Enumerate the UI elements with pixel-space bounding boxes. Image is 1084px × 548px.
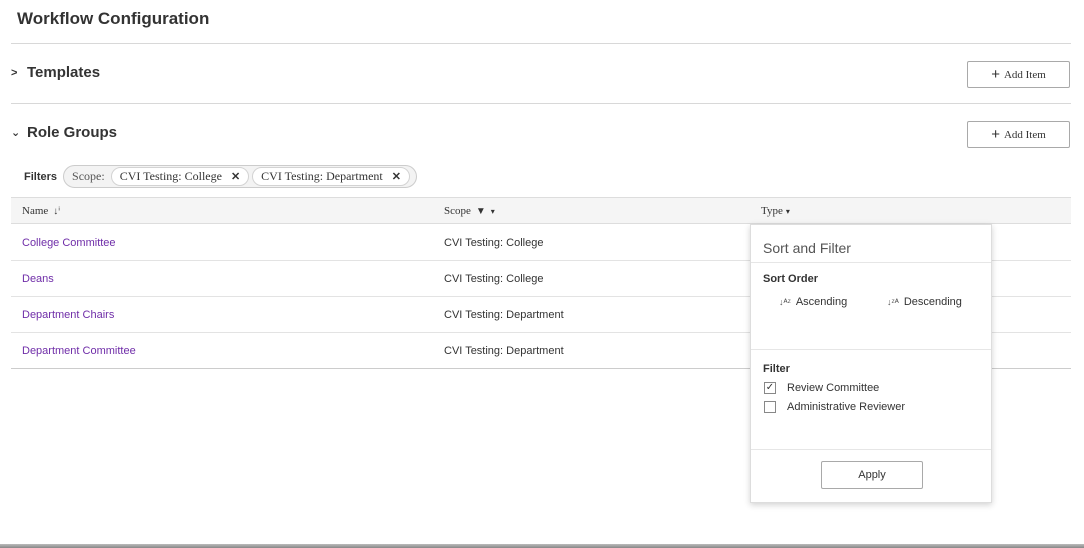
checkbox-checked[interactable]: ✓ [764, 382, 776, 394]
add-item-label: Add Item [1003, 128, 1046, 141]
column-header-type[interactable]: Type ▾ [761, 205, 790, 217]
chevron-down-icon[interactable]: ▾ [786, 207, 790, 216]
divider [751, 349, 991, 350]
popup-title: Sort and Filter [763, 240, 851, 256]
role-group-link[interactable]: Deans [22, 273, 54, 285]
filters-bar: Filters Scope: CVI Testing: College ✕ CV… [24, 165, 417, 188]
divider [11, 43, 1071, 44]
role-groups-section-title: Role Groups [27, 124, 118, 141]
role-group-link[interactable]: Department Committee [22, 345, 136, 357]
plus-icon: + [991, 126, 1000, 143]
sort-ascending-label: Ascending [795, 296, 848, 308]
add-item-label: Add Item [1003, 68, 1046, 81]
scope-cell: CVI Testing: College [444, 273, 544, 285]
filter-chip-department[interactable]: CVI Testing: Department ✕ [252, 167, 410, 186]
filter-option-administrative-reviewer[interactable]: Administrative Reviewer [764, 401, 905, 413]
filter-chip-college[interactable]: CVI Testing: College ✕ [110, 167, 250, 186]
scope-filter-group: Scope: CVI Testing: College ✕ CVI Testin… [63, 165, 417, 188]
sort-descending-option[interactable]: ↓ᶻᴬ Descending [887, 296, 962, 308]
column-header-label: Name [22, 205, 49, 217]
templates-section-toggle[interactable]: > Templates [11, 64, 100, 81]
scope-cell: CVI Testing: Department [444, 309, 564, 321]
role-group-link[interactable]: Department Chairs [22, 309, 114, 321]
apply-button[interactable]: Apply [821, 461, 923, 489]
templates-section-title: Templates [27, 64, 101, 81]
chevron-down-icon[interactable]: ▾ [491, 207, 495, 216]
sort-ascending-option[interactable]: ↓ᴬᶻ Ascending [779, 296, 847, 308]
scope-cell: CVI Testing: College [444, 237, 544, 249]
column-header-label: Type [761, 205, 783, 217]
divider [11, 103, 1071, 104]
filter-option-label: Administrative Reviewer [787, 401, 905, 413]
filters-label: Filters [24, 170, 58, 183]
sort-descending-label: Descending [903, 296, 962, 308]
role-group-link[interactable]: College Committee [22, 237, 116, 249]
filter-icon[interactable]: ▼ [476, 206, 486, 217]
checkbox-unchecked[interactable] [764, 401, 776, 413]
close-icon[interactable]: ✕ [392, 170, 401, 183]
filter-chip-label: CVI Testing: College [119, 169, 222, 183]
scope-cell: CVI Testing: Department [444, 345, 564, 357]
sort-descending-icon: ↓ᶻᴬ [887, 297, 899, 307]
chevron-right-icon: > [11, 66, 18, 79]
column-header-scope[interactable]: Scope ▼ ▾ [444, 205, 495, 217]
sort-filter-popup: Sort and Filter Sort Order ↓ᴬᶻ Ascending… [750, 224, 992, 503]
filter-option-review-committee[interactable]: ✓ Review Committee [764, 382, 879, 394]
sort-ascending-icon: ↓ᴬᶻ [779, 297, 791, 307]
sort-order-heading: Sort Order [763, 273, 819, 285]
sort-ascending-icon[interactable]: ↓ⁱ [53, 206, 60, 217]
table-header: Name ↓ⁱ Scope ▼ ▾ Type ▾ [11, 197, 1071, 224]
column-header-label: Scope [444, 205, 471, 217]
plus-icon: + [991, 66, 1000, 83]
page-title: Workflow Configuration [17, 9, 210, 28]
role-groups-add-item-button[interactable]: + Add Item [967, 121, 1070, 148]
window-bottom-edge [0, 544, 1084, 548]
filter-chip-label: CVI Testing: Department [261, 169, 383, 183]
scope-filter-label: Scope: [72, 169, 105, 183]
divider [751, 262, 991, 263]
filter-heading: Filter [763, 363, 790, 375]
close-icon[interactable]: ✕ [231, 170, 240, 183]
filter-option-label: Review Committee [787, 382, 880, 394]
templates-add-item-button[interactable]: + Add Item [967, 61, 1070, 88]
column-header-name[interactable]: Name ↓ⁱ [22, 205, 60, 217]
role-groups-section-toggle[interactable]: ⌄ Role Groups [11, 124, 117, 141]
divider [751, 449, 991, 450]
chevron-down-icon: ⌄ [11, 127, 21, 139]
